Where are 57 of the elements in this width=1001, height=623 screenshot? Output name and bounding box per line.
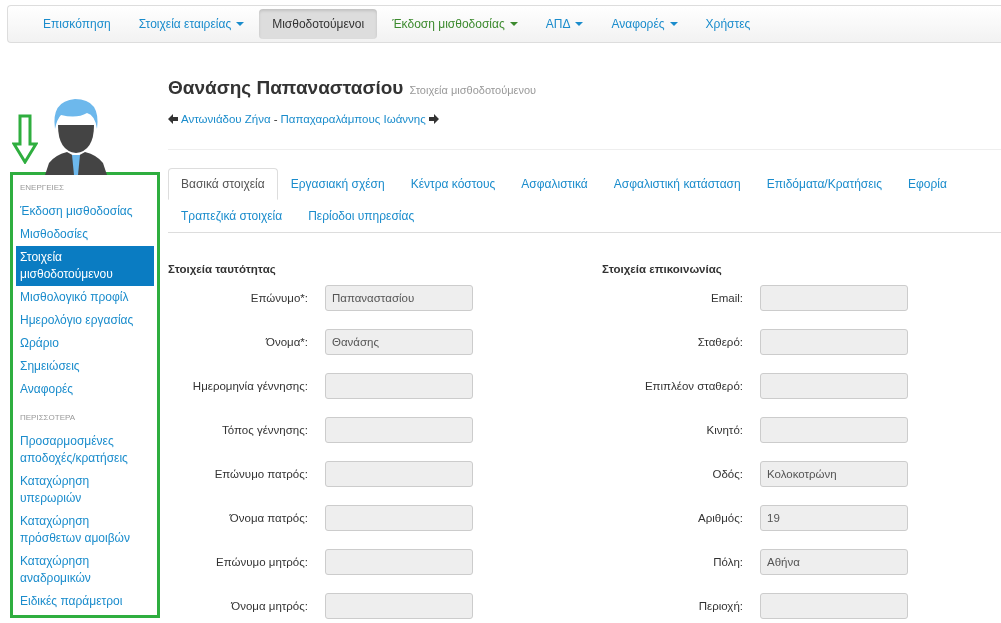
tab[interactable]: Επιδόματα/Κρατήσεις [753,168,896,200]
field-label: Επώνυμο πατρός: [213,468,308,480]
field-label: Επιπλέον σταθερό: [643,380,743,392]
tab[interactable]: Τραπεζικά στοιχεία [168,200,296,232]
sidebar-item[interactable]: Ημερολόγιο εργασίας [16,309,154,332]
tab[interactable]: Περίοδοι υπηρεσίας [295,200,428,232]
next-employee-link[interactable]: Παπαχαραλάμπους Ιωάννης [280,113,426,125]
section-title: Στοιχεία επικοινωνίας [602,263,723,275]
sidebar-item[interactable]: Έκδοση μισθοδοσίας [16,200,154,223]
field-label: Email: [710,292,743,304]
field-label: Περιοχή: [697,600,743,612]
tab[interactable]: Ασφαλιστικά [508,168,601,200]
sidebar-item[interactable]: Ειδικές παράμετροι [16,590,154,613]
separator: - [273,113,278,125]
field-label: Αριθμός: [697,512,743,524]
employee-name: Θανάσης Παπαναστασίου [168,77,404,98]
tab[interactable]: Εργασιακή σχέση [277,168,398,200]
nav-item[interactable]: Χρήστες [692,9,764,39]
nav-item[interactable]: Επισκόπηση [30,9,124,39]
tab[interactable]: Κέντρα κόστους [397,168,509,200]
field-label: Τόπος γέννησης: [221,424,308,436]
sidebar-item[interactable]: Καταχώρηση υπερωριών [16,470,154,510]
sidebar-item[interactable]: Μισθολογικό προφίλ [16,286,154,309]
nav-item[interactable]: ΑΠΔ [532,9,597,39]
field-label: Όνομα*: [264,336,308,348]
tab[interactable]: Εφορία [895,168,960,200]
sidebar-item[interactable]: Στοιχεία μισθοδοτούμενου [16,246,154,286]
field-label: Κινητό: [705,424,743,436]
sidebar-item[interactable]: Ωράριο [16,332,154,355]
nav-item[interactable]: Έκδοση μισθοδοσίας [379,9,531,39]
down-arrow-annotation [12,114,38,164]
section-heading: ΠΕΡΙΣΣΟΤΕΡΑ [19,412,77,424]
left-arrow-icon [168,114,178,124]
nav-item[interactable]: Αναφορές [598,9,691,39]
sidebar-item[interactable]: Καταχώρηση πρόσθετων αμοιβών [16,510,154,550]
section-title: Στοιχεία ταυτότητας [168,263,277,275]
section-heading: ΕΝΕΡΓΕΙΕΣ [19,182,66,194]
sidebar-item[interactable]: Αναφορές [16,378,154,401]
tab[interactable]: Ασφαλιστική κατάσταση [600,168,754,200]
sidebar-item[interactable]: Μισθοδοσίες [16,223,154,246]
field-label: Πόλη: [712,556,743,568]
tab[interactable]: Βασικά στοιχεία [168,168,278,200]
field-label: Επώνυμο μητρός: [215,556,308,568]
sidebar-item[interactable]: Προσαρμοσμένες αποδοχές/κρατήσεις [16,430,154,470]
right-arrow-icon [428,114,439,124]
sidebar-item[interactable]: Καταχώρηση αναδρομικών [16,550,154,590]
nav-item[interactable]: Στοιχεία εταιρείας [125,9,258,39]
field-label: Σταθερό: [696,336,743,348]
field-label: Οδός: [711,468,743,480]
field-label: Όνομα μητρός: [230,600,308,612]
field-label: Επώνυμο*: [249,292,308,304]
sidebar-item[interactable]: Σημειώσεις [16,355,154,378]
field-label: Όνομα πατρός: [228,512,308,524]
page-subtitle: Στοιχεία μισθοδοτούμενου [409,84,537,96]
field-label: Ημερομηνία γέννησης: [191,380,308,392]
nav-item[interactable]: Μισθοδοτούμενοι [259,9,378,39]
previous-employee-link[interactable]: Αντωνιάδου Ζήνα [181,113,271,125]
